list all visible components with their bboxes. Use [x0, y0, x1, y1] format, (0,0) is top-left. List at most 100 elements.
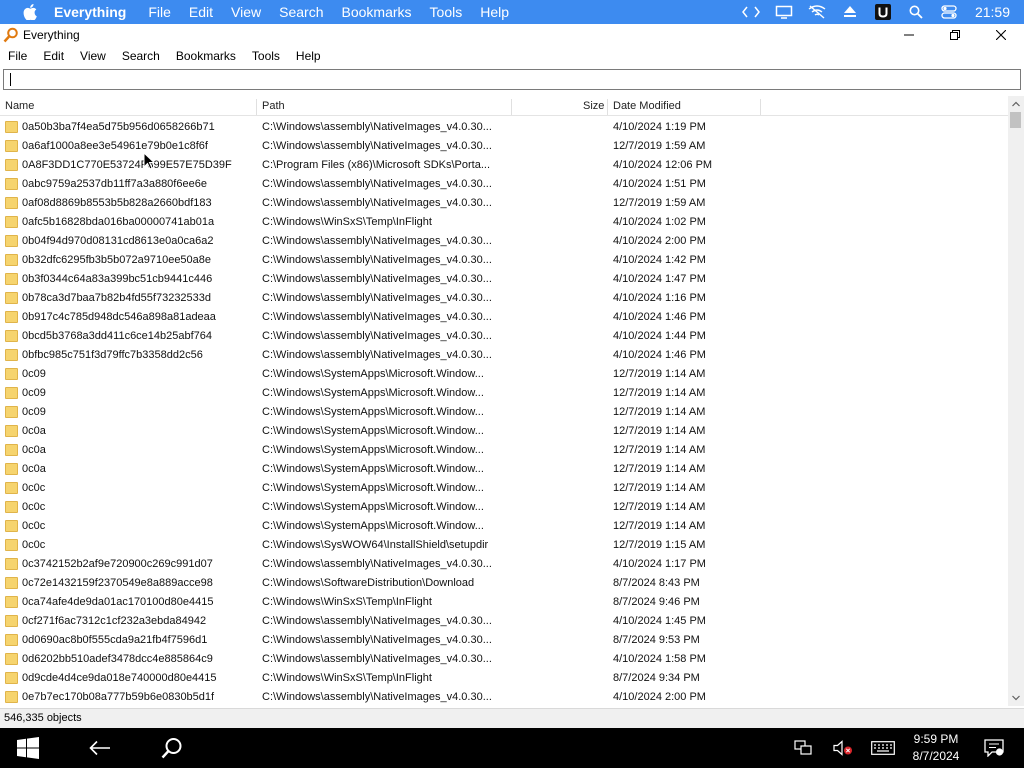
table-row[interactable]: 0af08d8869b8553b5b828a2660bdf183 C:\Windo… — [0, 194, 1008, 213]
file-path-cell: C:\Windows\SystemApps\Microsoft.Window..… — [262, 425, 484, 437]
code-icon[interactable] — [741, 3, 761, 21]
restore-button[interactable] — [932, 24, 978, 46]
date-modified-cell: 12/7/2019 1:14 AM — [613, 406, 706, 418]
table-row[interactable]: 0e7b7ec170b08a777b59b6e0830b5d1f C:\Windo… — [0, 688, 1008, 706]
close-button[interactable] — [978, 24, 1024, 46]
start-button[interactable] — [6, 728, 50, 768]
table-row[interactable]: 0d0690ac8b0f555cda9a21fb4f7596d1 C:\Windo… — [0, 631, 1008, 650]
table-row[interactable]: 0c09 C:\Windows\SystemApps\Microsoft.Wind… — [0, 403, 1008, 422]
folder-icon — [5, 292, 18, 304]
wifi-off-icon[interactable] — [807, 3, 827, 21]
column-header-size[interactable]: Size — [583, 96, 604, 116]
table-row[interactable]: 0bfbc985c751f3d79ffc7b3358dd2c56 C:\Windo… — [0, 346, 1008, 365]
mac-menu-file[interactable]: File — [148, 4, 171, 20]
minimize-button[interactable] — [886, 24, 932, 46]
vertical-scrollbar[interactable] — [1008, 96, 1024, 706]
menu-file[interactable]: File — [0, 49, 35, 63]
keyboard-icon[interactable] — [868, 728, 898, 768]
table-row[interactable]: 0c09 C:\Windows\SystemApps\Microsoft.Wind… — [0, 384, 1008, 403]
folder-icon — [5, 140, 18, 152]
date-modified-cell: 8/7/2024 8:43 PM — [613, 577, 700, 589]
table-row[interactable]: 0c3742152b2af9e720900c269c991d07 C:\Windo… — [0, 555, 1008, 574]
file-name-cell: 0d0690ac8b0f555cda9a21fb4f7596d1 — [22, 634, 208, 646]
table-row[interactable]: 0a50b3ba7f4ea5d75b956d0658266b71 C:\Windo… — [0, 118, 1008, 137]
date-modified-cell: 8/7/2024 9:53 PM — [613, 634, 700, 646]
date-modified-cell: 4/10/2024 1:19 PM — [613, 121, 706, 133]
column-divider[interactable] — [760, 99, 761, 115]
scroll-up-arrow-icon[interactable] — [1008, 96, 1024, 112]
date-modified-cell: 8/7/2024 9:34 PM — [613, 672, 700, 684]
menu-tools[interactable]: Tools — [244, 49, 288, 63]
table-row[interactable]: 0c0a C:\Windows\SystemApps\Microsoft.Wind… — [0, 441, 1008, 460]
taskbar-search-button[interactable] — [150, 728, 194, 768]
taskbar: 9:59 PM 8/7/2024 — [0, 728, 1024, 768]
mac-menu-bookmarks[interactable]: Bookmarks — [342, 4, 412, 20]
mac-menu-search[interactable]: Search — [279, 4, 323, 20]
column-divider[interactable] — [256, 99, 257, 115]
table-row[interactable]: 0afc5b16828bda016ba00000741ab01a C:\Windo… — [0, 213, 1008, 232]
apple-icon[interactable] — [20, 2, 40, 22]
table-row[interactable]: 0b78ca3d7baa7b82b4fd55f73232533d C:\Windo… — [0, 289, 1008, 308]
mac-menu-edit[interactable]: Edit — [189, 4, 213, 20]
display-icon[interactable] — [774, 3, 794, 21]
table-row[interactable]: 0c09 C:\Windows\SystemApps\Microsoft.Wind… — [0, 365, 1008, 384]
search-icon[interactable] — [906, 3, 926, 21]
table-row[interactable]: 0c0c C:\Windows\SysWOW64\InstallShield\se… — [0, 536, 1008, 555]
column-header-name[interactable]: Name — [5, 96, 34, 116]
u-app-icon[interactable] — [873, 3, 893, 21]
table-row[interactable]: 0c0a C:\Windows\SystemApps\Microsoft.Wind… — [0, 460, 1008, 479]
table-row[interactable]: 0b3f0344c64a83a399bc51cb9441c446 C:\Windo… — [0, 270, 1008, 289]
window-title: Everything — [23, 28, 80, 42]
table-row[interactable]: 0d9cde4d4ce9da018e740000d80e4415 C:\Windo… — [0, 669, 1008, 688]
column-header-date[interactable]: Date Modified — [613, 96, 681, 116]
menu-help[interactable]: Help — [288, 49, 329, 63]
table-row[interactable]: 0c0c C:\Windows\SystemApps\Microsoft.Wind… — [0, 479, 1008, 498]
mac-menu-view[interactable]: View — [231, 4, 261, 20]
file-path-cell: C:\Windows\assembly\NativeImages_v4.0.30… — [262, 615, 492, 627]
mac-menu-help[interactable]: Help — [480, 4, 509, 20]
menu-edit[interactable]: Edit — [35, 49, 72, 63]
date-modified-cell: 4/10/2024 1:17 PM — [613, 558, 706, 570]
mac-menu-tools[interactable]: Tools — [430, 4, 463, 20]
column-divider[interactable] — [511, 99, 512, 115]
table-row[interactable]: 0c0a C:\Windows\SystemApps\Microsoft.Wind… — [0, 422, 1008, 441]
mac-app-name[interactable]: Everything — [54, 4, 126, 20]
table-row[interactable]: 0bcd5b3768a3dd411c6ce14b25abf764 C:\Windo… — [0, 327, 1008, 346]
notification-icon[interactable] — [980, 728, 1008, 768]
table-row[interactable]: 0b917c4c785d948dc546a898a81adeaa C:\Windo… — [0, 308, 1008, 327]
folder-icon — [5, 311, 18, 323]
file-path-cell: C:\Windows\assembly\NativeImages_v4.0.30… — [262, 558, 492, 570]
table-row[interactable]: 0ca74afe4de9da01ac170100d80e4415 C:\Windo… — [0, 593, 1008, 612]
control-center-icon[interactable] — [939, 3, 959, 21]
column-divider[interactable] — [607, 99, 608, 115]
volume-muted-icon[interactable] — [830, 728, 856, 768]
menu-search[interactable]: Search — [114, 49, 168, 63]
taskbar-date: 8/7/2024 — [912, 749, 960, 763]
taskbar-clock[interactable]: 9:59 PM 8/7/2024 — [906, 731, 966, 765]
table-row[interactable]: 0cf271f6ac7312c1cf232a3ebda84942 C:\Windo… — [0, 612, 1008, 631]
folder-icon — [5, 463, 18, 475]
date-modified-cell: 4/10/2024 2:00 PM — [613, 235, 706, 247]
table-row[interactable]: 0b04f94d970d08131cd8613e0a0ca6a2 C:\Windo… — [0, 232, 1008, 251]
file-path-cell: C:\Windows\SystemApps\Microsoft.Window..… — [262, 368, 484, 380]
table-row[interactable]: 0b32dfc6295fb3b5b072a9710ee50a8e C:\Windo… — [0, 251, 1008, 270]
table-row[interactable]: 0c0c C:\Windows\SystemApps\Microsoft.Wind… — [0, 498, 1008, 517]
table-row[interactable]: 0d6202bb510adef3478dcc4e885864c9 C:\Windo… — [0, 650, 1008, 669]
column-header-path[interactable]: Path — [262, 96, 285, 116]
back-button[interactable] — [78, 728, 122, 768]
menu-bookmarks[interactable]: Bookmarks — [168, 49, 244, 63]
eject-icon[interactable] — [840, 3, 860, 21]
scroll-down-arrow-icon[interactable] — [1008, 690, 1024, 706]
network-icon[interactable] — [790, 728, 816, 768]
menu-view[interactable]: View — [72, 49, 114, 63]
file-path-cell: C:\Windows\SystemApps\Microsoft.Window..… — [262, 501, 484, 513]
search-box[interactable] — [3, 69, 1021, 90]
table-row[interactable]: 0c0c C:\Windows\SystemApps\Microsoft.Wind… — [0, 517, 1008, 536]
search-input[interactable] — [4, 70, 1020, 89]
file-name-cell: 0c09 — [22, 406, 46, 418]
table-row[interactable]: 0c72e1432159f2370549e8a889acce98 C:\Windo… — [0, 574, 1008, 593]
file-name-cell: 0cf271f6ac7312c1cf232a3ebda84942 — [22, 615, 207, 627]
scrollbar-thumb[interactable] — [1010, 112, 1021, 128]
file-path-cell: C:\Windows\SystemApps\Microsoft.Window..… — [262, 406, 484, 418]
table-row[interactable]: 0abc9759a2537db11ff7a3a880f6ee6e C:\Windo… — [0, 175, 1008, 194]
